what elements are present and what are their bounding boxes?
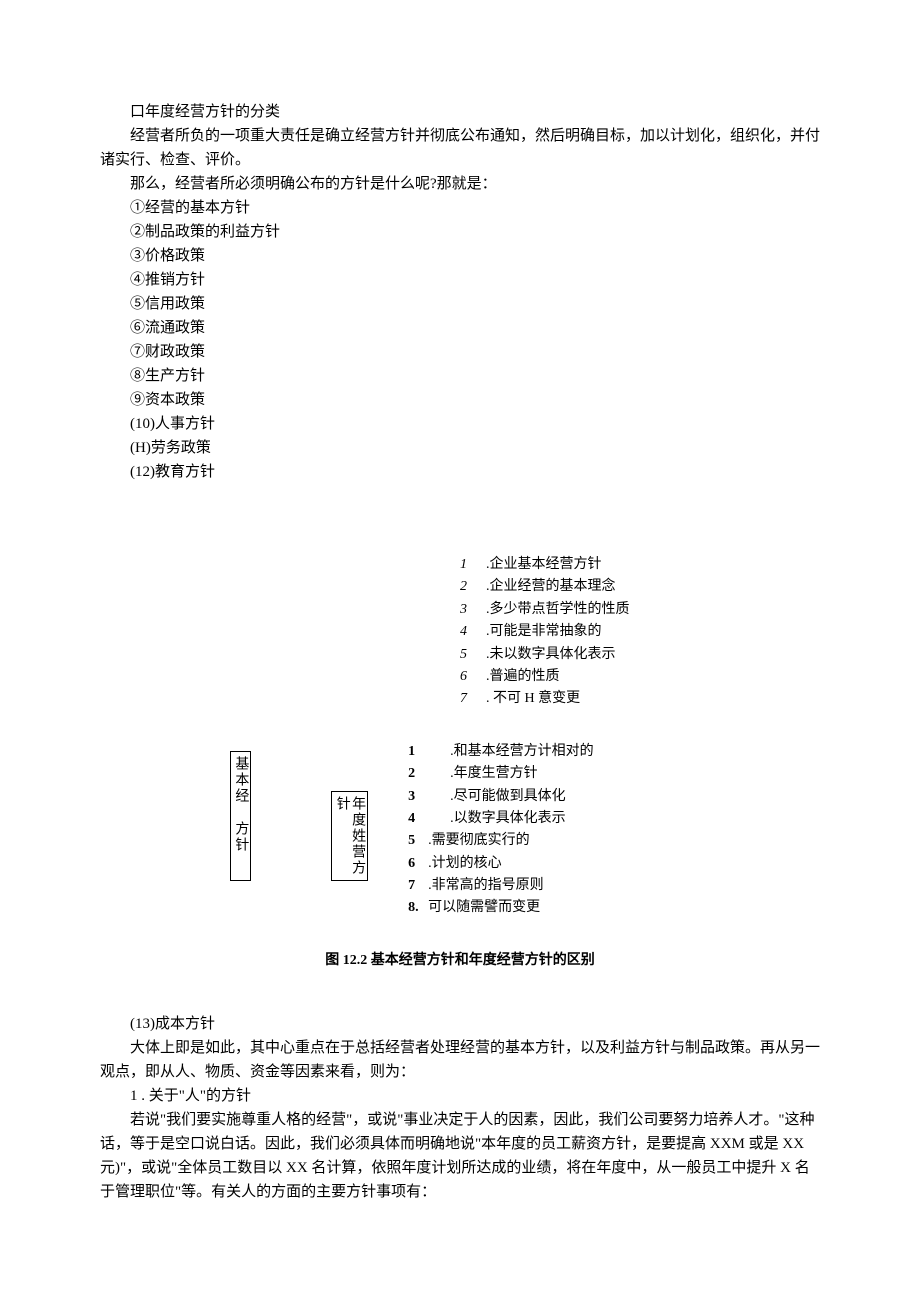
footer-paragraph-2: 若说"我们要实施尊重人格的经营"，或说"事业决定于人的因素，因此，我们公司要努力…: [100, 1108, 820, 1204]
feature-text: .和基本经营方计相对的: [450, 744, 594, 759]
feature-row: 8.可以随需譬而变更: [408, 897, 594, 919]
intro-paragraph-2: 那么，经营者所必须明确公布的方针是什么呢?那就是：: [100, 172, 820, 196]
feature-num: 4: [408, 808, 450, 830]
intro-paragraph-1: 经营者所负的一项重大责任是确立经营方针并彻底公布通知，然后明确目标，加以计划化，…: [100, 124, 820, 172]
feature-num: 5: [460, 644, 486, 666]
box-text: 年度姓营方针: [335, 796, 365, 876]
feature-num: 2: [408, 763, 450, 785]
feature-text: .未以数字具体化表示: [486, 647, 616, 662]
feature-text: .非常高的指号原则: [428, 878, 544, 893]
feature-num: 1: [408, 741, 450, 763]
footer-sub-1: 1 . 关于"人"的方针: [100, 1084, 820, 1108]
feature-num: 7: [408, 875, 428, 897]
diagram-middle-row: 基本经 方针 年度姓营方针 1.和基本经营方计相对的 2.年度生营方针 3.尽可…: [100, 711, 820, 920]
box-text: 基本经: [233, 756, 248, 804]
diagram-figure: 1.企业基本经营方针 2.企业经营的基本理念 3.多少带点哲学性的性质 4.可能…: [100, 554, 820, 972]
feature-num: 6: [460, 666, 486, 688]
annual-policy-box: 年度姓营方针: [331, 791, 368, 881]
feature-row: 7.非常高的指号原则: [408, 875, 594, 897]
feature-num: 2: [460, 576, 486, 598]
policy-item: ⑥流通政策: [130, 316, 820, 340]
feature-row: 3.多少带点哲学性的性质: [460, 599, 820, 621]
feature-text: .尽可能做到具体化: [450, 789, 566, 804]
feature-row: 5.需要彻底实行的: [408, 830, 594, 852]
policy-item: (13)成本方针: [130, 1012, 820, 1036]
policy-item: ③价格政策: [130, 244, 820, 268]
feature-row: 1.企业基本经营方针: [460, 554, 820, 576]
policy-item: ⑦财政政策: [130, 340, 820, 364]
basic-policy-box: 基本经 方针: [230, 751, 251, 881]
policy-list: ①经营的基本方针 ②制品政策的利益方针 ③价格政策 ④推销方针 ⑤信用政策 ⑥流…: [130, 196, 820, 484]
policy-item: ①经营的基本方针: [130, 196, 820, 220]
feature-num: 5: [408, 830, 428, 852]
box-text: 方针: [233, 821, 248, 853]
feature-num: 6: [408, 853, 428, 875]
feature-row: 3.尽可能做到具体化: [408, 786, 594, 808]
feature-text: 可以随需譬而变更: [428, 900, 540, 915]
feature-row: 2.企业经营的基本理念: [460, 576, 820, 598]
footer-paragraph-1: 大体上即是如此，其中心重点在于总括经营者处理经营的基本方针，以及利益方针与制品政…: [100, 1036, 820, 1084]
feature-row: 7. 不可 H 意变更: [460, 688, 820, 710]
figure-caption: 图 12.2 基本经营方针和年度经营方针的区别: [100, 950, 820, 972]
feature-text: .可能是非常抽象的: [486, 624, 602, 639]
policy-item: (12)教育方针: [130, 460, 820, 484]
feature-text: .企业基本经营方针: [486, 557, 602, 572]
policy-item: ⑤信用政策: [130, 292, 820, 316]
section-title: 口年度经营方针的分类: [100, 100, 820, 124]
basic-policy-features: 1.企业基本经营方针 2.企业经营的基本理念 3.多少带点哲学性的性质 4.可能…: [460, 554, 820, 711]
feature-text: .年度生营方针: [450, 766, 538, 781]
feature-text: .计划的核心: [428, 856, 502, 871]
feature-text: .普遍的性质: [486, 669, 560, 684]
feature-num: 1: [460, 554, 486, 576]
annual-policy-features: 1.和基本经营方计相对的 2.年度生营方针 3.尽可能做到具体化 4.以数字具体…: [408, 741, 594, 920]
feature-row: 6.普遍的性质: [460, 666, 820, 688]
feature-num: 3: [408, 786, 450, 808]
policy-item: ⑧生产方针: [130, 364, 820, 388]
policy-item: ②制品政策的利益方针: [130, 220, 820, 244]
feature-row: 4.以数字具体化表示: [408, 808, 594, 830]
feature-row: 4.可能是非常抽象的: [460, 621, 820, 643]
policy-item: (H)劳务政策: [130, 436, 820, 460]
feature-num: 3: [460, 599, 486, 621]
policy-item: ④推销方针: [130, 268, 820, 292]
policy-item-13: (13)成本方针: [130, 1012, 820, 1036]
feature-text: .需要彻底实行的: [428, 833, 530, 848]
feature-text: .企业经营的基本理念: [486, 579, 616, 594]
feature-text: .多少带点哲学性的性质: [486, 602, 630, 617]
feature-text: .以数字具体化表示: [450, 811, 566, 826]
feature-num: 7: [460, 688, 486, 710]
feature-row: 6.计划的核心: [408, 853, 594, 875]
policy-item: ⑨资本政策: [130, 388, 820, 412]
feature-row: 1.和基本经营方计相对的: [408, 741, 594, 763]
feature-row: 5.未以数字具体化表示: [460, 644, 820, 666]
feature-num: 8.: [408, 897, 428, 919]
feature-row: 2.年度生营方针: [408, 763, 594, 785]
policy-item: (10)人事方针: [130, 412, 820, 436]
feature-text: . 不可 H 意变更: [486, 691, 580, 706]
feature-num: 4: [460, 621, 486, 643]
